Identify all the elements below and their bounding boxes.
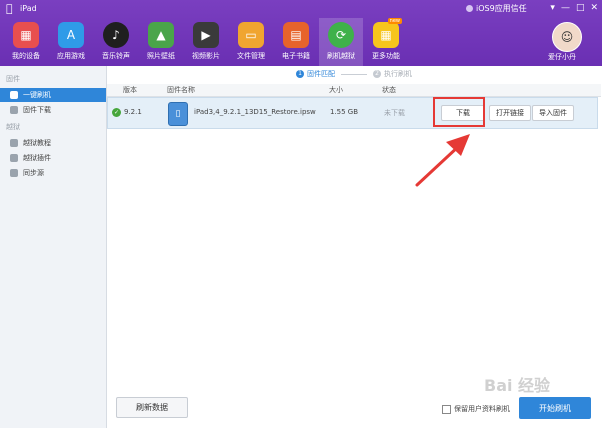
trust-label: iOS9应用信任 — [476, 4, 527, 13]
nav-label: 电子书籍 — [282, 52, 310, 60]
firmware-version: 9.2.1 — [124, 108, 142, 116]
device-title: iPad — [20, 4, 37, 13]
column-firmware-name: 固件名称 — [167, 86, 195, 94]
new-badge: new — [387, 18, 402, 24]
flash-icon: ⟳ — [328, 22, 354, 48]
title-bar:  iPad iOS9应用信任 ▾ — □ ✕ — [0, 0, 602, 18]
avatar[interactable]: ☺ — [552, 22, 582, 52]
maximize-icon[interactable]: □ — [576, 2, 585, 14]
apple-icon:  — [6, 3, 16, 15]
firmware-download-icon — [10, 106, 18, 114]
ios9-trust-link[interactable]: iOS9应用信任 — [466, 3, 527, 14]
nav-label: 音乐铃声 — [102, 52, 130, 60]
top-toolbar:  iPad iOS9应用信任 ▾ — □ ✕ ▦ 我的设备 A 应用游戏 ♪ … — [0, 0, 602, 66]
import-firmware-button[interactable]: 导入固件 — [532, 105, 574, 121]
step-indicator: 1 固件匹配 2 执行刷机 — [296, 69, 412, 79]
sidebar-item-label: 固件下载 — [23, 106, 51, 114]
nav-apps-games[interactable]: A 应用游戏 — [49, 18, 93, 66]
more-icon: ▦ — [373, 22, 399, 48]
folder-icon: ▭ — [238, 22, 264, 48]
plugin-icon — [10, 154, 18, 162]
nav-label: 视频影片 — [192, 52, 220, 60]
main-nav: ▦ 我的设备 A 应用游戏 ♪ 音乐铃声 ▲ 照片壁纸 ▶ 视频影片 ▭ 文件管… — [0, 18, 420, 66]
sidebar-item-label: 越狱教程 — [23, 139, 51, 147]
firmware-file-icon: ▯ — [168, 102, 188, 126]
trust-icon — [466, 5, 473, 12]
app-store-icon: A — [58, 22, 84, 48]
nav-label: 刷机越狱 — [327, 52, 355, 60]
keep-data-option[interactable]: 保留用户资料刷机 — [442, 404, 510, 414]
sidebar-item-firmware-download[interactable]: 固件下载 — [0, 103, 106, 117]
column-size: 大小 — [329, 86, 343, 94]
step-1-label: 固件匹配 — [307, 70, 335, 78]
nav-label: 文件管理 — [237, 52, 265, 60]
nav-video[interactable]: ▶ 视频影片 — [184, 18, 228, 66]
user-name[interactable]: 爱仔小丹 — [548, 52, 576, 62]
sync-icon — [10, 169, 18, 177]
keep-data-label: 保留用户资料刷机 — [454, 405, 510, 413]
firmware-table-header: 版本 固件名称 大小 状态 — [107, 84, 601, 97]
video-icon: ▶ — [193, 22, 219, 48]
table-row[interactable]: ✓ 9.2.1 ▯ iPad3,4_9.2.1_13D15_Restore.ip… — [107, 97, 598, 129]
sidebar-item-label: 一键刷机 — [23, 91, 51, 99]
sidebar-item-label: 同步源 — [23, 169, 44, 177]
sidebar-item-sync-source[interactable]: 同步源 — [0, 166, 106, 180]
nav-label: 更多功能 — [372, 52, 400, 60]
sidebar-section-firmware: 固件 — [6, 75, 20, 83]
sidebar-section-jailbreak: 越狱 — [6, 123, 20, 131]
nav-flash-jailbreak[interactable]: ⟳ 刷机越狱 — [319, 18, 363, 66]
step-2-number: 2 — [373, 70, 381, 78]
sidebar-item-label: 越狱插件 — [23, 154, 51, 162]
sidebar-item-one-click-flash[interactable]: 一键刷机 — [0, 88, 106, 102]
checkmark-icon: ✓ — [112, 108, 121, 117]
minimize-icon[interactable]: — — [561, 2, 570, 14]
nav-label: 我的设备 — [12, 52, 40, 60]
nav-my-device[interactable]: ▦ 我的设备 — [4, 18, 48, 66]
nav-music[interactable]: ♪ 音乐铃声 — [94, 18, 138, 66]
open-link-button[interactable]: 打开链接 — [489, 105, 531, 121]
firmware-size: 1.55 GB — [330, 108, 359, 116]
photo-icon: ▲ — [148, 22, 174, 48]
step-1-number: 1 — [296, 70, 304, 78]
sidebar: 固件 一键刷机 固件下载 越狱 越狱教程 越狱插件 同步源 — [0, 66, 107, 428]
nav-label: 应用游戏 — [57, 52, 85, 60]
refresh-data-button[interactable]: 刷新数据 — [116, 397, 188, 418]
book-icon: ▤ — [283, 22, 309, 48]
nav-files[interactable]: ▭ 文件管理 — [229, 18, 273, 66]
close-icon[interactable]: ✕ — [590, 2, 598, 14]
nav-photos[interactable]: ▲ 照片壁纸 — [139, 18, 183, 66]
baidu-watermark: Bai 经验 — [484, 376, 551, 395]
download-highlight-box — [433, 97, 485, 127]
sidebar-item-jailbreak-plugins[interactable]: 越狱插件 — [0, 151, 106, 165]
column-status: 状态 — [382, 86, 396, 94]
step-2-label: 执行刷机 — [384, 70, 412, 78]
my-device-icon: ▦ — [13, 22, 39, 48]
step-divider — [341, 73, 367, 75]
nav-more[interactable]: ▦ new 更多功能 — [364, 18, 408, 66]
tutorial-icon — [10, 139, 18, 147]
nav-label: 照片壁纸 — [147, 52, 175, 60]
one-click-flash-icon — [10, 91, 18, 99]
column-version: 版本 — [123, 86, 137, 94]
keep-data-checkbox[interactable] — [442, 404, 451, 414]
nav-ebooks[interactable]: ▤ 电子书籍 — [274, 18, 318, 66]
music-icon: ♪ — [103, 22, 129, 48]
firmware-filename: iPad3,4_9.2.1_13D15_Restore.ipsw — [194, 108, 316, 116]
menu-dropdown-icon[interactable]: ▾ — [550, 2, 555, 14]
window-controls: ▾ — □ ✕ — [550, 2, 598, 14]
start-flash-button[interactable]: 开始刷机 — [519, 397, 591, 419]
sidebar-item-jailbreak-tutorial[interactable]: 越狱教程 — [0, 136, 106, 150]
firmware-status: 未下载 — [384, 109, 405, 117]
